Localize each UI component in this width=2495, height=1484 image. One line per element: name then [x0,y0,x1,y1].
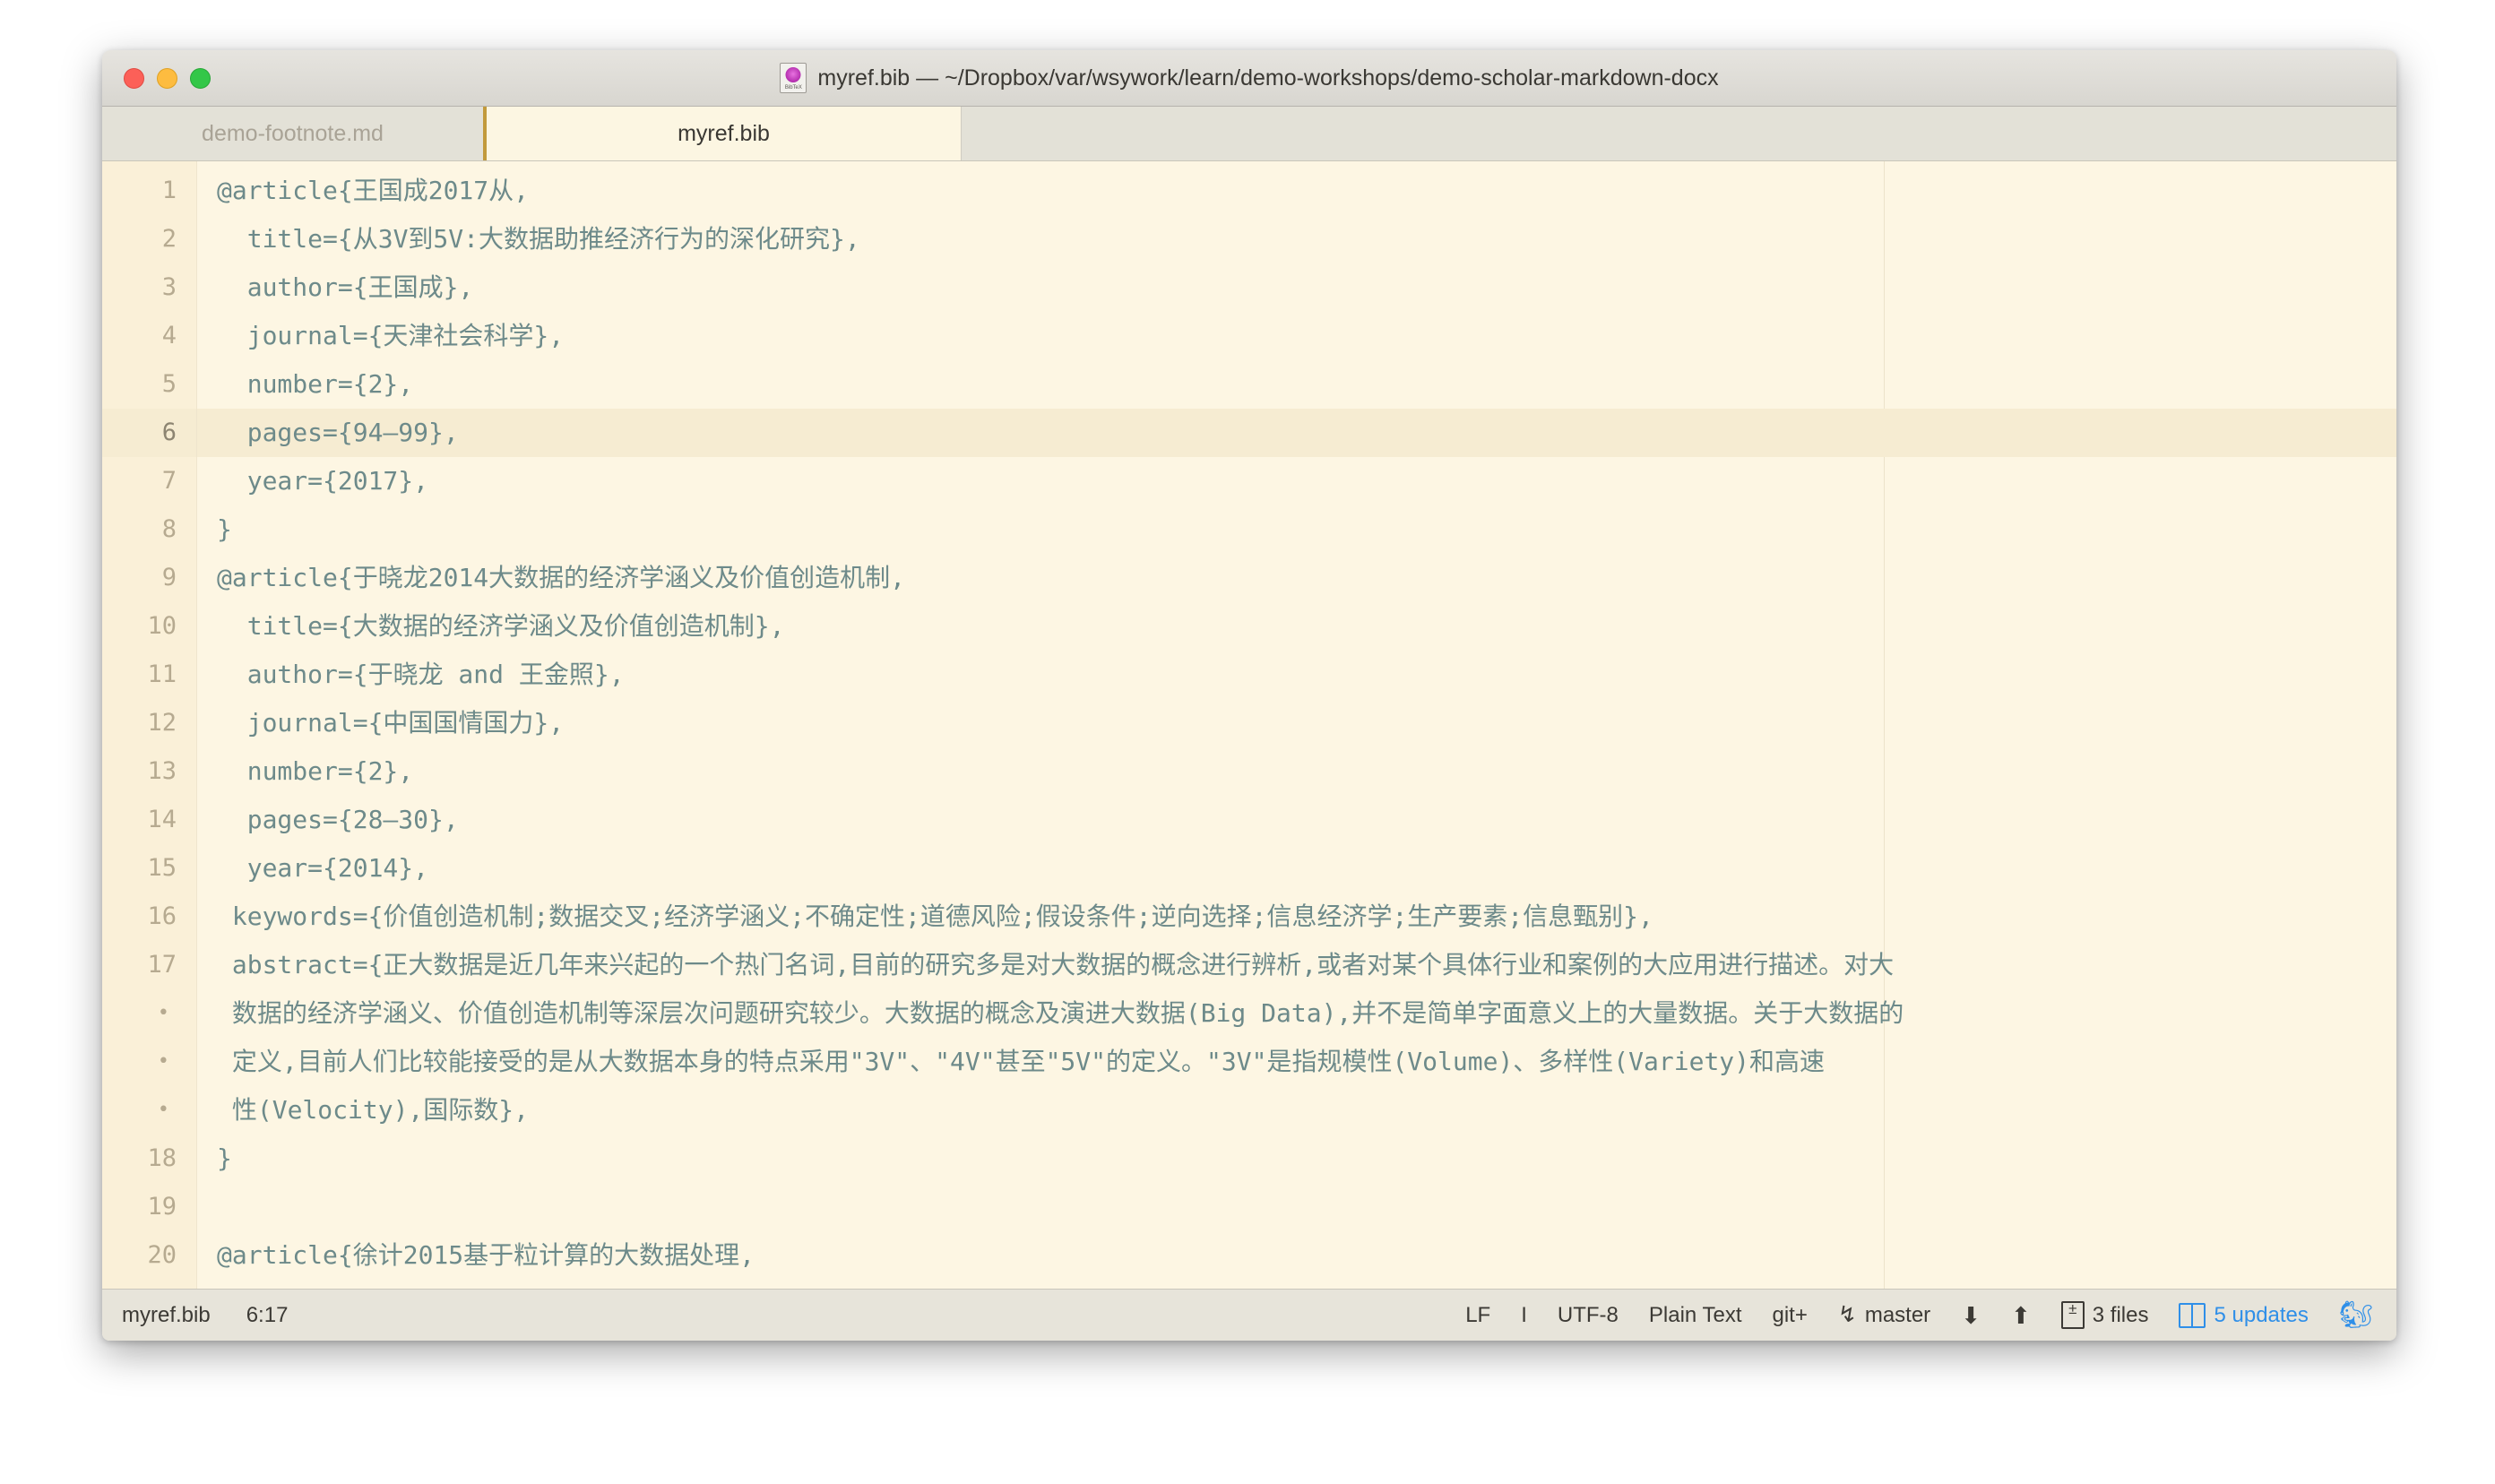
tab-bar-filler [962,107,2396,160]
status-push[interactable]: ⬆ [2011,1304,2031,1327]
status-git-plus[interactable]: git+ [1773,1303,1808,1328]
title-bar: BibTeX myref.bib — ~/Dropbox/var/wsywork… [102,50,2396,107]
status-indent[interactable]: I [1521,1303,1527,1328]
tab-myref-bib[interactable]: myref.bib [483,107,962,160]
code-line[interactable]: number={2}, [197,747,2396,796]
status-encoding[interactable]: UTF-8 [1558,1303,1619,1328]
code-line[interactable]: journal={天津社会科学}, [197,312,2396,360]
status-updates-label: 5 updates [2214,1303,2308,1328]
code-line[interactable]: author={于晓龙 and 王金照}, [197,651,2396,699]
line-number: 1 [102,167,196,215]
package-box-icon [2179,1303,2206,1328]
close-button[interactable] [124,68,144,89]
code-line[interactable]: abstract={正大数据是近几年来兴起的一个热门名词,目前的研究多是对大数据… [197,941,2396,989]
status-filename[interactable]: myref.bib [122,1303,211,1328]
status-changed-files-label: 3 files [2093,1303,2149,1328]
line-number: 16 [102,893,196,941]
code-rows: @article{王国成2017从, title={从3V到5V:大数据助推经济… [197,167,2396,1289]
status-cursor-position[interactable]: 6:17 [246,1303,289,1328]
line-number: 11 [102,651,196,699]
line-number: 10 [102,602,196,651]
line-number: 21 [102,1280,196,1289]
code-line[interactable]: @article{徐计2015基于粒计算的大数据处理, [197,1231,2396,1280]
code-area[interactable]: @article{王国成2017从, title={从3V到5V:大数据助推经济… [197,161,2396,1289]
code-line[interactable]: year={2017}, [197,457,2396,505]
line-number: 13 [102,747,196,796]
line-number: 9 [102,554,196,602]
bibtex-file-icon-label: BibTeX [781,85,806,91]
code-line[interactable]: keywords={价值创造机制;数据交叉;经济学涵义;不确定性;道德风险;假设… [197,893,2396,941]
code-line[interactable]: title={从3V到5V:大数据助推经济行为的深化研究}, [197,215,2396,263]
status-left-group: myref.bib 6:17 [122,1303,288,1328]
line-number: 7 [102,457,196,505]
line-number: 2 [102,215,196,263]
line-number: 4 [102,312,196,360]
status-changed-files[interactable]: 3 files [2061,1301,2149,1329]
editor-window: BibTeX myref.bib — ~/Dropbox/var/wsywork… [102,50,2396,1341]
code-line[interactable]: 数据的经济学涵义、价值创造机制等深层次问题研究较少。大数据的概念及演进大数据(B… [197,989,2396,1038]
minimize-button[interactable] [157,68,177,89]
line-number: 12 [102,699,196,747]
tab-demo-footnote-md[interactable]: demo-footnote.md [102,107,484,160]
bibtex-file-icon: BibTeX [780,63,807,93]
code-line[interactable]: 性(Velocity),国际数}, [197,1086,2396,1135]
code-line[interactable]: 定义,目前人们比较能接受的是从大数据本身的特点采用"3V"、"4V"甚至"5V"… [197,1038,2396,1086]
git-branch-icon: ↯ [1838,1304,1857,1326]
code-line[interactable]: @article{于晓龙2014大数据的经济学涵义及价值创造机制, [197,554,2396,602]
status-branch-label: master [1865,1303,1930,1328]
traffic-light-controls [124,50,211,106]
status-branch[interactable]: ↯ master [1838,1303,1930,1328]
line-number: • [102,1038,196,1086]
line-number: • [102,1086,196,1135]
squirrel-icon[interactable]: 🐿 [2339,1302,2373,1329]
line-number: 19 [102,1183,196,1231]
line-number: 14 [102,796,196,844]
status-bar: myref.bib 6:17 LF I UTF-8 Plain Text git… [102,1289,2396,1341]
tab-bar: demo-footnote.md myref.bib [102,107,2396,161]
arrow-up-icon: ⬆ [2011,1304,2031,1327]
line-number: • [102,989,196,1038]
status-updates[interactable]: 5 updates [2179,1303,2308,1328]
window-title: myref.bib — ~/Dropbox/var/wsywork/learn/… [817,65,1718,91]
line-number: 6 [102,409,196,457]
code-line[interactable]: number={2}, [197,360,2396,409]
code-line[interactable]: year={2014}, [197,844,2396,893]
status-grammar[interactable]: Plain Text [1649,1303,1742,1328]
text-editor[interactable]: 1234567891011121314151617•••18192021 @ar… [102,161,2396,1289]
zoom-button[interactable] [190,68,211,89]
line-number: 20 [102,1231,196,1280]
code-line[interactable] [197,1183,2396,1231]
code-line[interactable]: pages={94–99}, [197,409,2396,457]
line-number: 5 [102,360,196,409]
window-title-group: BibTeX myref.bib — ~/Dropbox/var/wsywork… [780,63,1718,93]
line-number: 18 [102,1135,196,1183]
arrow-down-icon: ⬇ [1961,1304,1981,1327]
code-line[interactable]: @article{王国成2017从, [197,167,2396,215]
line-number: 15 [102,844,196,893]
code-line[interactable]: title={基于粒计算的大数据处理} [197,1280,2396,1289]
code-line[interactable]: } [197,1135,2396,1183]
line-number: 8 [102,505,196,554]
code-line[interactable]: } [197,505,2396,554]
line-number: 17 [102,941,196,989]
code-line[interactable]: title={大数据的经济学涵义及价值创造机制}, [197,602,2396,651]
code-line[interactable]: author={王国成}, [197,263,2396,312]
changed-file-icon [2061,1301,2085,1329]
line-number-gutter: 1234567891011121314151617•••18192021 [102,161,197,1289]
code-line[interactable]: journal={中国国情国力}, [197,699,2396,747]
status-pull[interactable]: ⬇ [1961,1304,1981,1327]
line-number: 3 [102,263,196,312]
code-line[interactable]: pages={28–30}, [197,796,2396,844]
status-line-ending[interactable]: LF [1465,1303,1490,1328]
status-right-group: LF I UTF-8 Plain Text git+ ↯ master ⬇ ⬆ … [1465,1301,2373,1329]
